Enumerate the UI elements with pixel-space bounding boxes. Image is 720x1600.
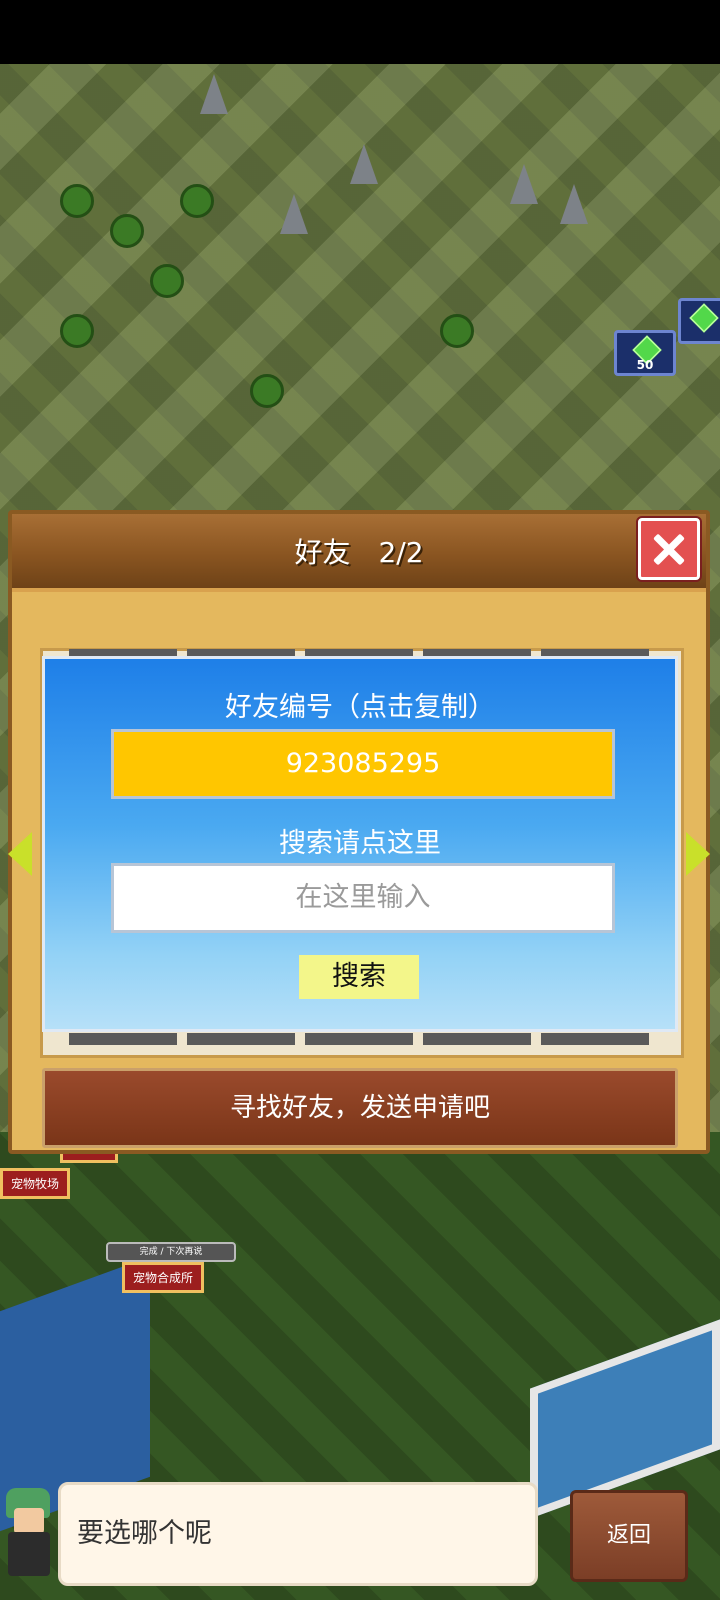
pet-fusion-label[interactable]: 宠物合成所 [122,1262,205,1293]
rock-spire [510,164,538,204]
friends-panel: 好友 2/2 好友编号（点击复制） 923085295 搜索请点这里 在这里输入… [8,510,710,1154]
gem-reward-badge-partial[interactable] [678,298,720,344]
search-input[interactable]: 在这里输入 [111,863,615,933]
close-button[interactable] [638,518,700,580]
palm-tree [60,184,94,218]
tree [180,184,214,218]
prev-page-arrow-icon[interactable] [8,832,32,876]
speech-text: 要选哪个呢 [77,1518,212,1549]
friend-slot[interactable] [541,1033,649,1045]
palm-tree [150,264,184,298]
friend-slot[interactable] [187,1033,295,1045]
friend-id-copy-box[interactable]: 923085295 [111,729,615,799]
search-button[interactable]: 搜索 [299,955,419,999]
tree [60,314,94,348]
tree [250,374,284,408]
palm-tree [110,214,144,248]
map-tooltip[interactable]: 完成 / 下次再说 [106,1242,236,1262]
friend-id-label[interactable]: 好友编号（点击复制） [45,685,675,724]
next-page-arrow-icon[interactable] [686,832,710,876]
panel-title: 好友 2/2 [294,536,424,569]
friend-slot[interactable] [423,1033,531,1045]
gem-reward-badge[interactable]: 50 [614,330,676,376]
npc-avatar [0,1484,60,1580]
friend-slot[interactable] [69,1033,177,1045]
find-friends-button[interactable]: 寻找好友，发送申请吧 [42,1068,678,1148]
return-button[interactable]: 返回 [570,1490,688,1582]
status-bar [0,0,720,64]
speech-bubble: 要选哪个呢 [58,1482,538,1586]
rock-spire [350,144,378,184]
gem-icon [689,303,719,333]
friend-id-dialog: 好友编号（点击复制） 923085295 搜索请点这里 在这里输入 搜索 [42,656,678,1032]
friend-slot[interactable] [305,1033,413,1045]
pet-ranch-label[interactable]: 宠物牧场 [0,1168,71,1199]
tree [440,314,474,348]
rock-spire [280,194,308,234]
rock-spire [560,184,588,224]
gem-count: 50 [636,358,654,372]
search-label: 搜索请点这里 [279,828,441,859]
rock-spire [200,74,228,114]
